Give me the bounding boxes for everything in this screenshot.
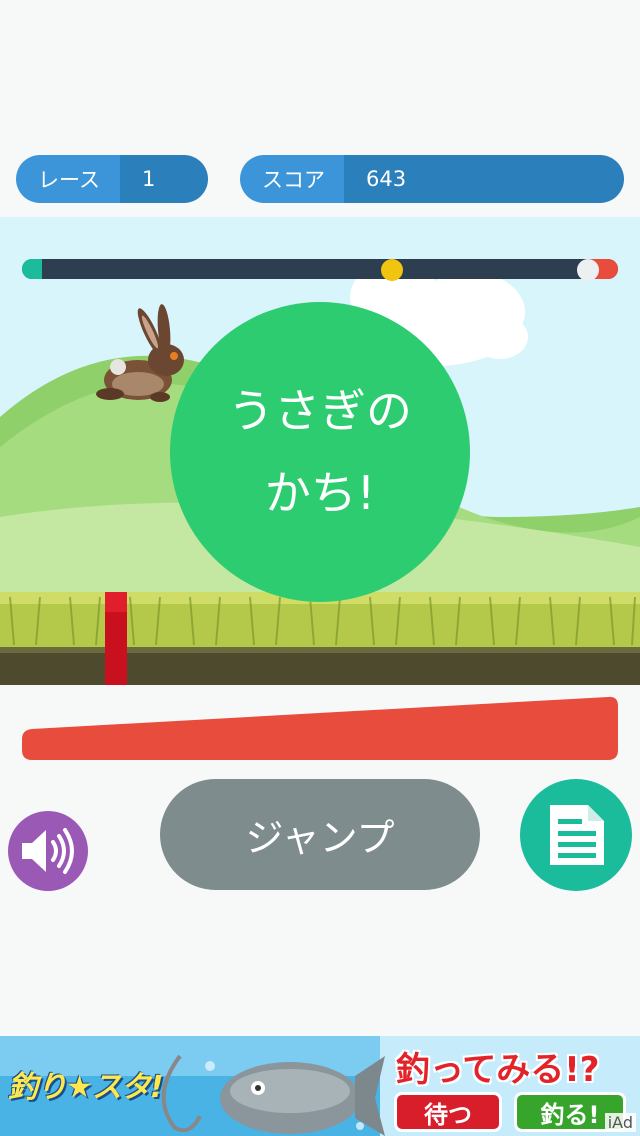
ad-headline: 釣ってみる!? bbox=[396, 1050, 600, 1090]
race-progress-track bbox=[22, 259, 618, 279]
track-start bbox=[22, 259, 42, 279]
speaker-icon bbox=[22, 828, 74, 874]
race-label: レース bbox=[16, 155, 120, 203]
score-value: 643 bbox=[344, 155, 624, 203]
document-icon bbox=[550, 805, 604, 865]
game-screen: レース 1 スコア 643 うさぎの かち! ジャンプ 釣り★スタ! 釣ってみる… bbox=[0, 0, 640, 1136]
race-counter: レース 1 bbox=[16, 155, 208, 203]
jump-button-label: ジャンプ bbox=[245, 816, 395, 860]
jump-power-bar bbox=[22, 696, 618, 760]
ad-banner[interactable]: 釣り★スタ! 釣ってみる!? 待つ 釣る! iAd bbox=[0, 1036, 640, 1136]
score-counter: スコア 643 bbox=[240, 155, 624, 203]
result-message: うさぎの かち! bbox=[228, 384, 412, 520]
score-label: スコア bbox=[240, 155, 344, 203]
jump-button[interactable]: ジャンプ bbox=[160, 779, 480, 890]
rabbit-progress-marker bbox=[380, 259, 403, 281]
result-banner[interactable]: うさぎの かち! bbox=[170, 302, 470, 602]
sound-toggle-button[interactable] bbox=[8, 811, 88, 891]
ad-wait-button[interactable]: 待つ bbox=[394, 1092, 502, 1132]
ad-brand-logo: 釣り★スタ! bbox=[8, 1070, 164, 1105]
document-button[interactable] bbox=[520, 779, 632, 891]
iad-label: iAd bbox=[604, 1113, 636, 1132]
race-value: 1 bbox=[120, 155, 208, 203]
